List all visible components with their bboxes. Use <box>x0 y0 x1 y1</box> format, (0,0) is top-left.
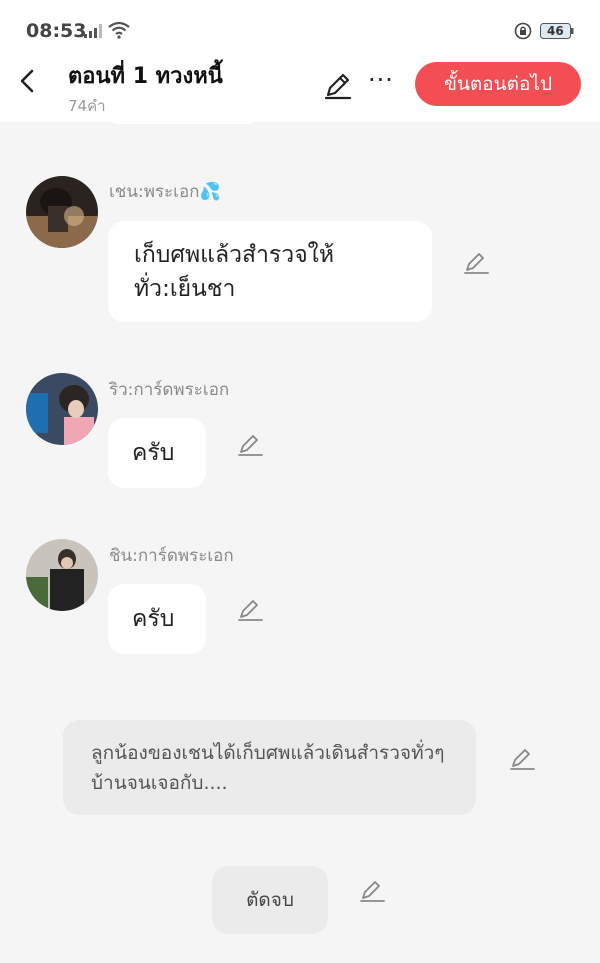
speaker-name: เชน:พระเอก💦 <box>109 182 221 202</box>
edit-message-icon[interactable] <box>236 432 264 458</box>
edit-cut-icon[interactable] <box>358 878 386 904</box>
narration-text: ลูกน้องของเชนได้เก็บศพแล้วเดินสำรวจทั่วๆ… <box>91 742 445 794</box>
speaker-name: ริว:การ์ดพระเอก <box>109 380 230 400</box>
avatar-chin[interactable] <box>26 539 98 611</box>
message-text: เก็บศพแล้วสำรวจให้ทั่ว:เย็นชา <box>134 242 335 302</box>
edit-narration-icon[interactable] <box>508 746 536 772</box>
top-bar: ตอนที่ 1 ทวงหนี้ 74คำ ··· ขั้นตอนต่อไป <box>0 44 600 122</box>
message-text: ครับ <box>132 606 175 632</box>
message-bubble[interactable]: ครับ <box>108 418 206 488</box>
message-bubble[interactable]: เก็บศพแล้วสำรวจให้ทั่ว:เย็นชา <box>108 221 432 322</box>
page-title: ตอนที่ 1 ทวงหนี้ <box>68 64 223 89</box>
speaker-name: ชิน:การ์ดพระเอก <box>109 546 234 566</box>
avatar-shane[interactable] <box>26 176 98 248</box>
word-count: 74คำ <box>68 97 106 115</box>
wifi-icon <box>108 21 130 39</box>
edit-title-button[interactable] <box>322 70 354 102</box>
previous-bubble-edge <box>108 110 258 124</box>
message-bubble[interactable]: ครับ <box>108 584 206 654</box>
edit-message-icon[interactable] <box>236 597 264 623</box>
back-button[interactable] <box>14 64 44 98</box>
next-step-button[interactable]: ขั้นตอนต่อไป <box>415 62 581 106</box>
more-options-button[interactable]: ··· <box>368 66 394 94</box>
rotation-lock-icon <box>514 22 532 40</box>
avatar-riw[interactable] <box>26 373 98 445</box>
battery-level: 46 <box>547 24 564 38</box>
battery-icon: 46 <box>540 23 574 43</box>
status-bar: 08:53 46 <box>0 0 600 44</box>
status-time: 08:53 <box>26 20 87 42</box>
message-text: ครับ <box>132 440 175 466</box>
cut-end-button[interactable]: ตัดจบ <box>212 866 328 934</box>
edit-message-icon[interactable] <box>462 250 490 276</box>
narration-block[interactable]: ลูกน้องของเชนได้เก็บศพแล้วเดินสำรวจทั่วๆ… <box>63 720 476 815</box>
signal-icon <box>84 24 102 38</box>
